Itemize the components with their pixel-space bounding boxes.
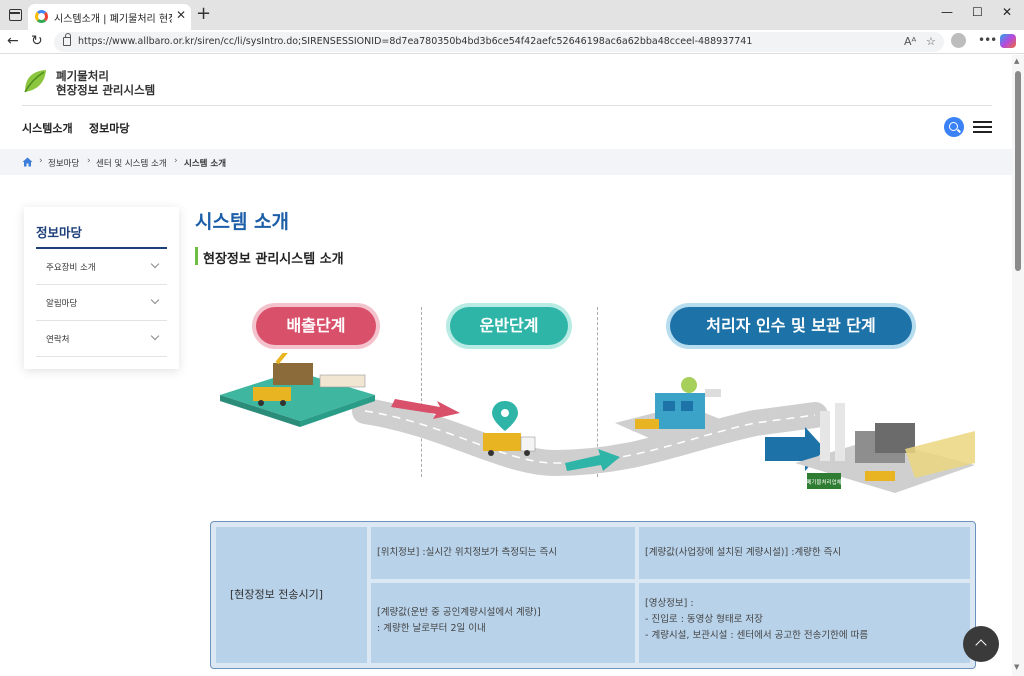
nav-system-intro[interactable]: 시스템소개 xyxy=(22,120,73,136)
table-cell: [계량값(운반 중 공인계량시설에서 계량)] : 계량한 날로부터 2일 이내 xyxy=(371,583,635,663)
chevron-down-icon xyxy=(150,295,160,305)
side-menu: 정보마당 주요장비 소개 알림마당 연락처 xyxy=(24,207,179,369)
breadcrumb: › 정보마당 › 센터 및 시스템 소개 › 시스템 소개 xyxy=(0,149,1012,175)
header-divider xyxy=(22,105,992,106)
lock-icon[interactable] xyxy=(63,33,71,46)
tab-title: 시스템소개 | 폐기물처리 현장정보 xyxy=(54,14,172,25)
logo-leaf-icon[interactable] xyxy=(22,68,48,94)
chevron-down-icon xyxy=(150,259,160,269)
browser-tab[interactable]: 시스템소개 | 폐기물처리 현장정보 ✕ xyxy=(28,4,191,30)
table-cell: [계량값(사업장에 설치된 계량시설)] :계량한 즉시 xyxy=(639,527,970,579)
chevron-down-icon xyxy=(150,331,160,341)
scroll-to-top-button[interactable] xyxy=(963,626,999,662)
page-scrollbar[interactable]: ▲ ▼ xyxy=(1012,55,1024,676)
more-options-icon[interactable]: ••• xyxy=(978,33,997,47)
table-cell-line: - 진입로 : 동영상 형태로 저장 xyxy=(645,614,763,625)
table-cell: [위치정보] :실시간 위치정보가 측정되는 즉시 xyxy=(371,527,635,579)
table-header-text: [현장정보 전송시기] xyxy=(230,588,324,601)
table-cell-line: - 계량시설, 보관시설 : 센터에서 공고한 전송기한에 따름 xyxy=(645,630,869,641)
stage-processing-label: 처리자 인수 및 보관 단계 xyxy=(670,307,912,345)
breadcrumb-current: 시스템 소개 xyxy=(184,159,227,169)
breadcrumb-item[interactable]: 센터 및 시스템 소개 xyxy=(96,157,167,169)
sub-title: 현장정보 관리시스템 소개 xyxy=(203,252,344,267)
scroll-up-icon[interactable]: ▲ xyxy=(1014,57,1019,65)
side-menu-item-label: 주요장비 소개 xyxy=(46,263,96,273)
side-menu-title: 정보마당 xyxy=(36,225,83,240)
minimize-icon[interactable]: — xyxy=(941,5,953,19)
chevron-right-icon: › xyxy=(87,156,91,166)
browser-tabstrip: 시스템소개 | 폐기물처리 현장정보 ✕ + — ☐ ✕ xyxy=(0,0,1024,30)
chevron-right-icon: › xyxy=(39,156,43,166)
site-favicon-icon xyxy=(35,10,48,23)
nav-info-plaza[interactable]: 정보마당 xyxy=(89,120,129,136)
tab-actions-icon[interactable] xyxy=(6,6,24,24)
table-cell-line: [영상정보] : xyxy=(645,598,694,609)
address-bar: ← ↻ https://www.allbaro.or.kr/siren/cc/l… xyxy=(0,30,1024,54)
menu-icon[interactable] xyxy=(973,121,992,133)
new-tab-icon[interactable]: + xyxy=(196,3,211,24)
side-menu-item-label: 연락처 xyxy=(46,335,70,345)
info-table: [현장정보 전송시기] [위치정보] :실시간 위치정보가 측정되는 즉시 [계… xyxy=(210,521,976,669)
table-cell-line: [계량값(운반 중 공인계량시설에서 계량)] xyxy=(377,607,541,618)
chevron-right-icon: › xyxy=(174,156,178,166)
tab-close-icon[interactable]: ✕ xyxy=(176,8,186,22)
table-cell-line: : 계량한 날로부터 2일 이내 xyxy=(377,623,486,634)
side-menu-item-equipment[interactable]: 주요장비 소개 xyxy=(36,249,167,285)
favorite-star-icon[interactable]: ☆ xyxy=(926,35,936,48)
web-page: 폐기물처리 현장정보 관리시스템 시스템소개 정보마당 › 정보마당 › 센터 … xyxy=(0,55,1012,676)
scroll-down-icon[interactable]: ▼ xyxy=(1014,663,1019,671)
logo-text-line2[interactable]: 현장정보 관리시스템 xyxy=(56,82,155,98)
search-icon[interactable] xyxy=(944,117,964,137)
process-illustration: 폐기물처리업체 xyxy=(220,353,975,493)
table-cell-line: [위치정보] :실시간 위치정보가 측정되는 즉시 xyxy=(377,547,558,558)
side-menu-item-notice[interactable]: 알림마당 xyxy=(36,285,167,321)
home-icon[interactable] xyxy=(22,157,33,167)
table-header-cell: [현장정보 전송시기] xyxy=(216,527,367,663)
maximize-icon[interactable]: ☐ xyxy=(972,5,983,19)
read-aloud-icon[interactable]: Aᴬ xyxy=(904,35,916,48)
url-text: https://www.allbaro.or.kr/siren/cc/li/sy… xyxy=(78,36,753,47)
back-icon[interactable]: ← xyxy=(7,33,19,49)
scrollbar-thumb[interactable] xyxy=(1015,71,1021,271)
page-title: 시스템 소개 xyxy=(195,211,290,233)
side-menu-item-contact[interactable]: 연락처 xyxy=(36,321,167,357)
table-cell-line: [계량값(사업장에 설치된 계량시설)] :계량한 즉시 xyxy=(645,547,842,558)
table-cell: [영상정보] : - 진입로 : 동영상 형태로 저장 - 계량시설, 보관시설… xyxy=(639,583,970,663)
window-close-icon[interactable]: ✕ xyxy=(1002,5,1012,19)
url-field[interactable]: https://www.allbaro.or.kr/siren/cc/li/sy… xyxy=(54,32,944,52)
stage-discharge-label: 배출단계 xyxy=(256,307,376,345)
breadcrumb-item[interactable]: 정보마당 xyxy=(48,157,79,169)
facility-sign-text: 폐기물처리업체 xyxy=(806,478,841,486)
reload-icon[interactable]: ↻ xyxy=(31,33,43,49)
stage-transport-label: 운반단계 xyxy=(450,307,568,345)
profile-avatar-icon[interactable] xyxy=(951,33,966,48)
side-menu-item-label: 알림마당 xyxy=(46,299,78,309)
sub-title-marker xyxy=(195,247,198,265)
copilot-icon[interactable] xyxy=(1000,34,1016,48)
